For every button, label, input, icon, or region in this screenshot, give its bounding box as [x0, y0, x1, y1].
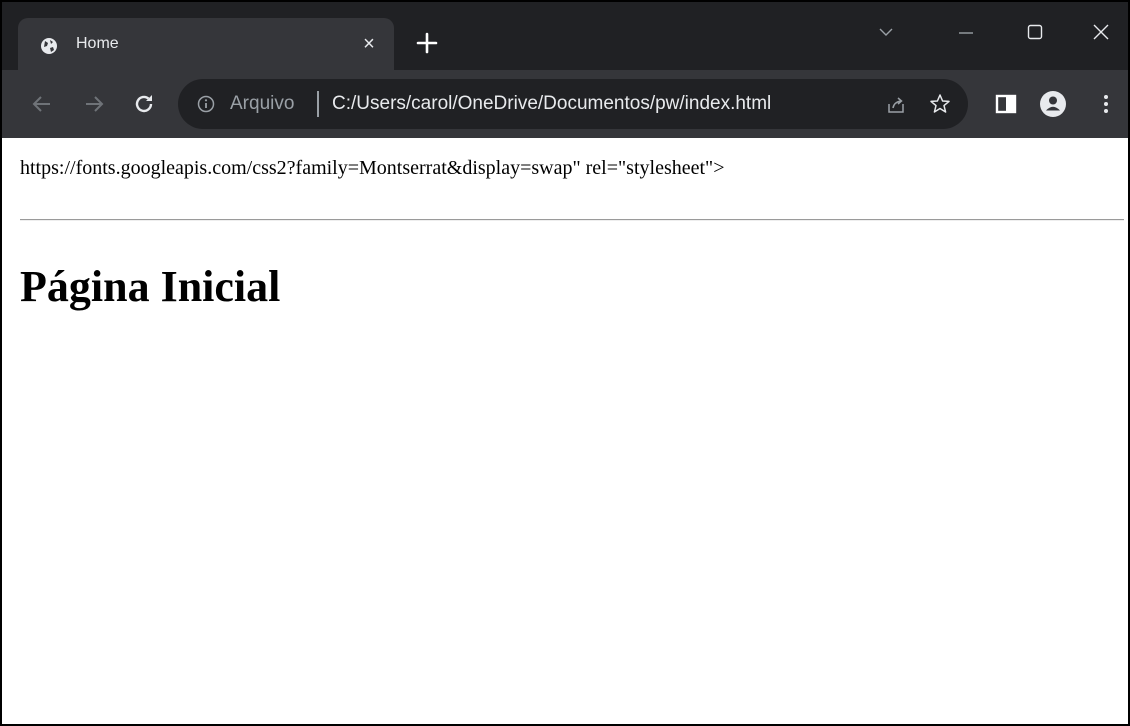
page-heading: Página Inicial [20, 262, 281, 311]
side-panel-icon[interactable] [992, 90, 1020, 118]
info-icon[interactable] [196, 94, 216, 114]
arrow-right-icon [86, 96, 104, 112]
tab-strip: Home × [2, 2, 1128, 70]
browser-window: Home × Arquivo C:/Users/carol/OneDrive/D… [0, 0, 1130, 726]
page-content: https://fonts.googleapis.com/css2?family… [2, 138, 1128, 724]
tab-close-icon[interactable]: × [358, 33, 380, 55]
scheme-separator [317, 91, 319, 117]
minimize-icon[interactable] [944, 18, 988, 46]
tab-title: Home [76, 35, 119, 52]
chevron-down-icon[interactable] [864, 18, 908, 46]
reload-button[interactable] [132, 92, 156, 116]
arrow-left-icon [32, 96, 50, 112]
close-icon[interactable] [1079, 18, 1123, 46]
address-bar[interactable]: Arquivo C:/Users/carol/OneDrive/Document… [178, 79, 968, 129]
globe-icon [40, 37, 58, 55]
reload-icon [135, 95, 153, 113]
url-text[interactable]: C:/Users/carol/OneDrive/Documentos/pw/in… [332, 92, 771, 116]
star-icon[interactable] [928, 92, 952, 116]
plus-icon[interactable] [414, 30, 440, 56]
kebab-menu-icon[interactable] [1092, 90, 1120, 118]
back-button[interactable] [30, 92, 54, 116]
maximize-icon[interactable] [1013, 18, 1057, 46]
stray-link-markup-text: https://fonts.googleapis.com/css2?family… [20, 157, 725, 179]
profile-icon[interactable] [1039, 90, 1067, 118]
forward-button[interactable] [82, 92, 106, 116]
file-scheme-label: Arquivo [230, 93, 295, 114]
tab-home[interactable]: Home × [18, 18, 394, 70]
horizontal-rule [20, 219, 1124, 221]
toolbar: Arquivo C:/Users/carol/OneDrive/Document… [2, 70, 1128, 138]
share-icon[interactable] [885, 94, 907, 116]
